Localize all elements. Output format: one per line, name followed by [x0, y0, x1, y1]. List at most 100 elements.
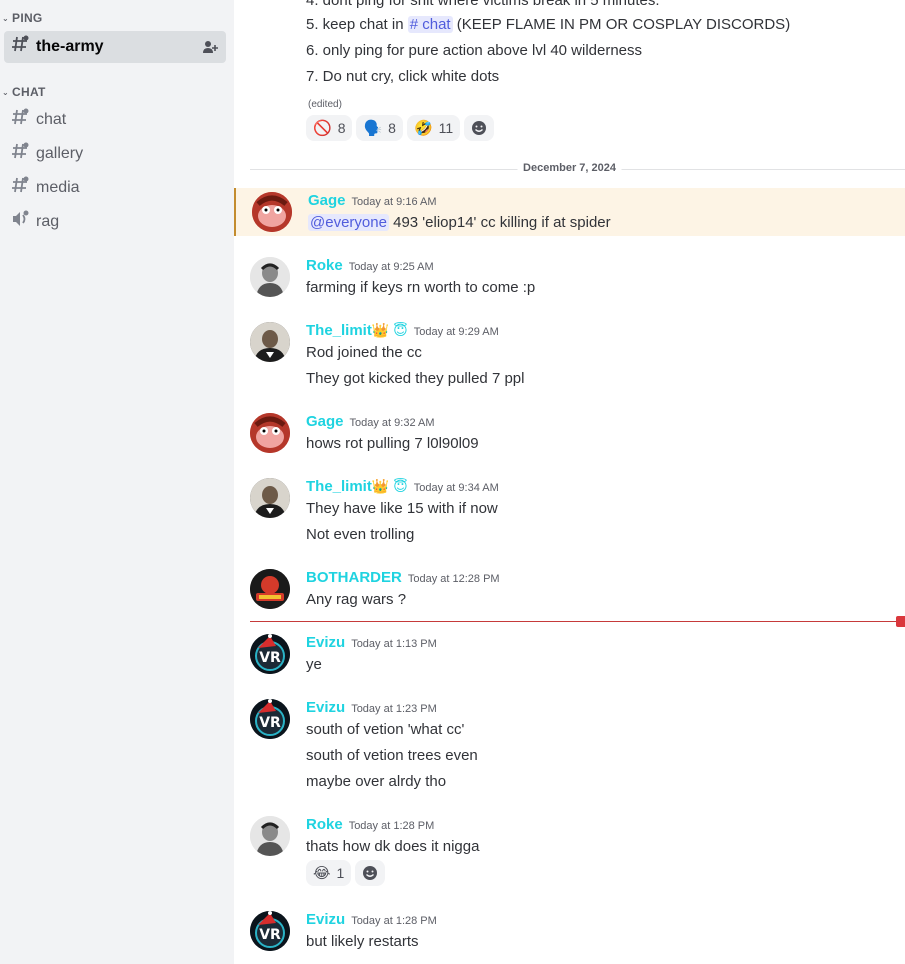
- message-content: @everyone 493 'eliop14' cc killing if at…: [308, 214, 611, 231]
- avatar[interactable]: [250, 322, 290, 362]
- chevron-down-icon: ⌄: [2, 87, 10, 97]
- reaction-count: 11: [438, 120, 454, 136]
- category-ping[interactable]: ⌄ PING: [2, 11, 43, 25]
- avatar[interactable]: [250, 816, 290, 856]
- author-name[interactable]: Evizu: [306, 699, 345, 716]
- timestamp: Today at 1:23 PM: [351, 703, 437, 715]
- category-chat[interactable]: ⌄ CHAT: [2, 85, 46, 99]
- author-name[interactable]: The_limit: [306, 478, 372, 495]
- avatar[interactable]: [250, 478, 290, 518]
- author-name[interactable]: Roke: [306, 257, 343, 274]
- avatar[interactable]: VR: [250, 699, 290, 739]
- avatar[interactable]: [250, 257, 290, 297]
- author-name[interactable]: Gage: [308, 192, 346, 209]
- add-reaction-button[interactable]: [464, 115, 495, 141]
- reaction-button[interactable]: 😂 1: [306, 860, 352, 886]
- message-author[interactable]: Evizu Today at 1:13 PM: [306, 634, 437, 651]
- message-author[interactable]: Roke Today at 1:28 PM: [306, 816, 434, 833]
- timestamp: Today at 1:28 PM: [348, 820, 435, 832]
- voice-channel-icon: [10, 209, 30, 235]
- add-reaction-icon: [363, 866, 378, 880]
- message-content: hows rot pulling 7 l0l90l09: [306, 435, 479, 452]
- text-channel-icon: [10, 34, 30, 60]
- discord-window: ⌄ PING the-army ⌄ CHAT chat gallery medi…: [0, 0, 905, 964]
- svg-text:VR: VR: [259, 715, 281, 731]
- message-author[interactable]: Evizu Today at 1:23 PM: [306, 699, 437, 716]
- channel-media[interactable]: media: [4, 172, 226, 204]
- svg-text:VR: VR: [259, 650, 281, 666]
- channel-label: chat: [36, 111, 67, 128]
- svg-text:VR: VR: [259, 927, 281, 943]
- everyone-mention[interactable]: @everyone: [308, 214, 389, 231]
- reaction-emoji: 😂: [313, 865, 331, 882]
- channel-label: gallery: [36, 145, 84, 162]
- edited-label: (edited): [308, 99, 342, 110]
- channel-label: rag: [36, 213, 60, 230]
- reaction-emoji: 🚫: [313, 120, 332, 137]
- message-content: Any rag wars ?: [306, 591, 407, 608]
- channel-label: the-army: [36, 38, 104, 55]
- message: VR Evizu Today at 1:13 PM ye: [234, 630, 905, 678]
- avatar[interactable]: [250, 413, 290, 453]
- message-author[interactable]: BOTHARDER Today at 12:28 PM: [306, 569, 500, 586]
- date-divider-label: December 7, 2024: [517, 162, 622, 174]
- message-content: south of vetion trees even: [306, 747, 478, 764]
- message-content: thats how dk does it nigga: [306, 838, 480, 855]
- rules-line: 7. Do nut cry, click white dots: [306, 68, 500, 85]
- channel-label: media: [36, 179, 80, 196]
- channel-the-army[interactable]: the-army: [4, 31, 226, 63]
- message-author[interactable]: The_limit👑 😇 Today at 9:34 AM: [306, 478, 499, 495]
- add-reaction-icon: [472, 121, 487, 135]
- avatar[interactable]: [250, 569, 290, 609]
- reaction-button[interactable]: 🗣️ 8: [356, 115, 403, 141]
- channel-chat[interactable]: chat: [4, 104, 226, 136]
- category-label: PING: [12, 11, 43, 25]
- author-name[interactable]: Evizu: [306, 634, 345, 651]
- reaction-button[interactable]: 🚫 8: [306, 115, 353, 141]
- author-name[interactable]: BOTHARDER: [306, 569, 402, 586]
- channel-mention[interactable]: # chat: [407, 16, 453, 33]
- chevron-down-icon: ⌄: [2, 13, 10, 23]
- message: Gage Today at 9:32 AM hows rot pulling 7 …: [234, 409, 905, 457]
- crown-badge-icon: 👑 😇: [371, 322, 408, 338]
- message-author[interactable]: Gage Today at 9:32 AM: [306, 413, 435, 430]
- text-channel-icon: [10, 141, 30, 167]
- channel-gallery[interactable]: gallery: [4, 138, 226, 170]
- message: The_limit👑 😇 Today at 9:34 AM They have l…: [234, 474, 905, 548]
- channel-sidebar: ⌄ PING the-army ⌄ CHAT chat gallery medi…: [0, 0, 234, 964]
- timestamp: Today at 9:25 AM: [348, 261, 434, 273]
- message: BOTHARDER Today at 12:28 PM Any rag wars …: [234, 565, 905, 613]
- message-content: but likely restarts: [306, 933, 419, 950]
- author-name[interactable]: Gage: [306, 413, 344, 430]
- message-author[interactable]: Evizu Today at 1:28 PM: [306, 911, 437, 928]
- message-author[interactable]: The_limit👑 😇 Today at 9:29 AM: [306, 322, 499, 339]
- timestamp: Today at 1:28 PM: [351, 915, 437, 927]
- new-messages-divider: [250, 621, 901, 622]
- channel-rag[interactable]: rag: [4, 206, 226, 238]
- invite-user-icon[interactable]: [202, 39, 218, 55]
- text: 493 'eliop14' cc killing if at spider: [393, 214, 611, 231]
- avatar[interactable]: [252, 192, 292, 232]
- avatar[interactable]: VR: [250, 911, 290, 951]
- message-author[interactable]: Gage Today at 9:16 AM: [308, 192, 437, 209]
- text: 5. keep chat in: [306, 16, 408, 33]
- timestamp: Today at 9:29 AM: [413, 326, 499, 338]
- message: Roke Today at 9:25 AM farming if keys rn …: [234, 253, 905, 301]
- rules-line: 4. dont ping for shit where victims brea…: [306, 0, 660, 9]
- author-name[interactable]: The_limit: [306, 322, 372, 339]
- reactions-bar: 😂 1: [306, 860, 386, 886]
- message-area: 4. dont ping for shit where victims brea…: [234, 0, 905, 964]
- message-content: They got kicked they pulled 7 ppl: [306, 370, 525, 387]
- rules-line: 5. keep chat in # chat (KEEP FLAME IN PM…: [306, 16, 790, 33]
- add-reaction-button[interactable]: [355, 860, 386, 886]
- message-author[interactable]: Roke Today at 9:25 AM: [306, 257, 434, 274]
- timestamp: Today at 1:13 PM: [351, 638, 437, 650]
- text-channel-icon: [10, 175, 30, 201]
- author-name[interactable]: Evizu: [306, 911, 345, 928]
- reaction-count: 8: [388, 120, 396, 136]
- author-name[interactable]: Roke: [306, 816, 343, 833]
- new-messages-marker: [896, 616, 905, 627]
- reaction-button[interactable]: 🤣 11: [406, 115, 461, 141]
- avatar[interactable]: VR: [250, 634, 290, 674]
- timestamp: Today at 9:32 AM: [349, 417, 435, 429]
